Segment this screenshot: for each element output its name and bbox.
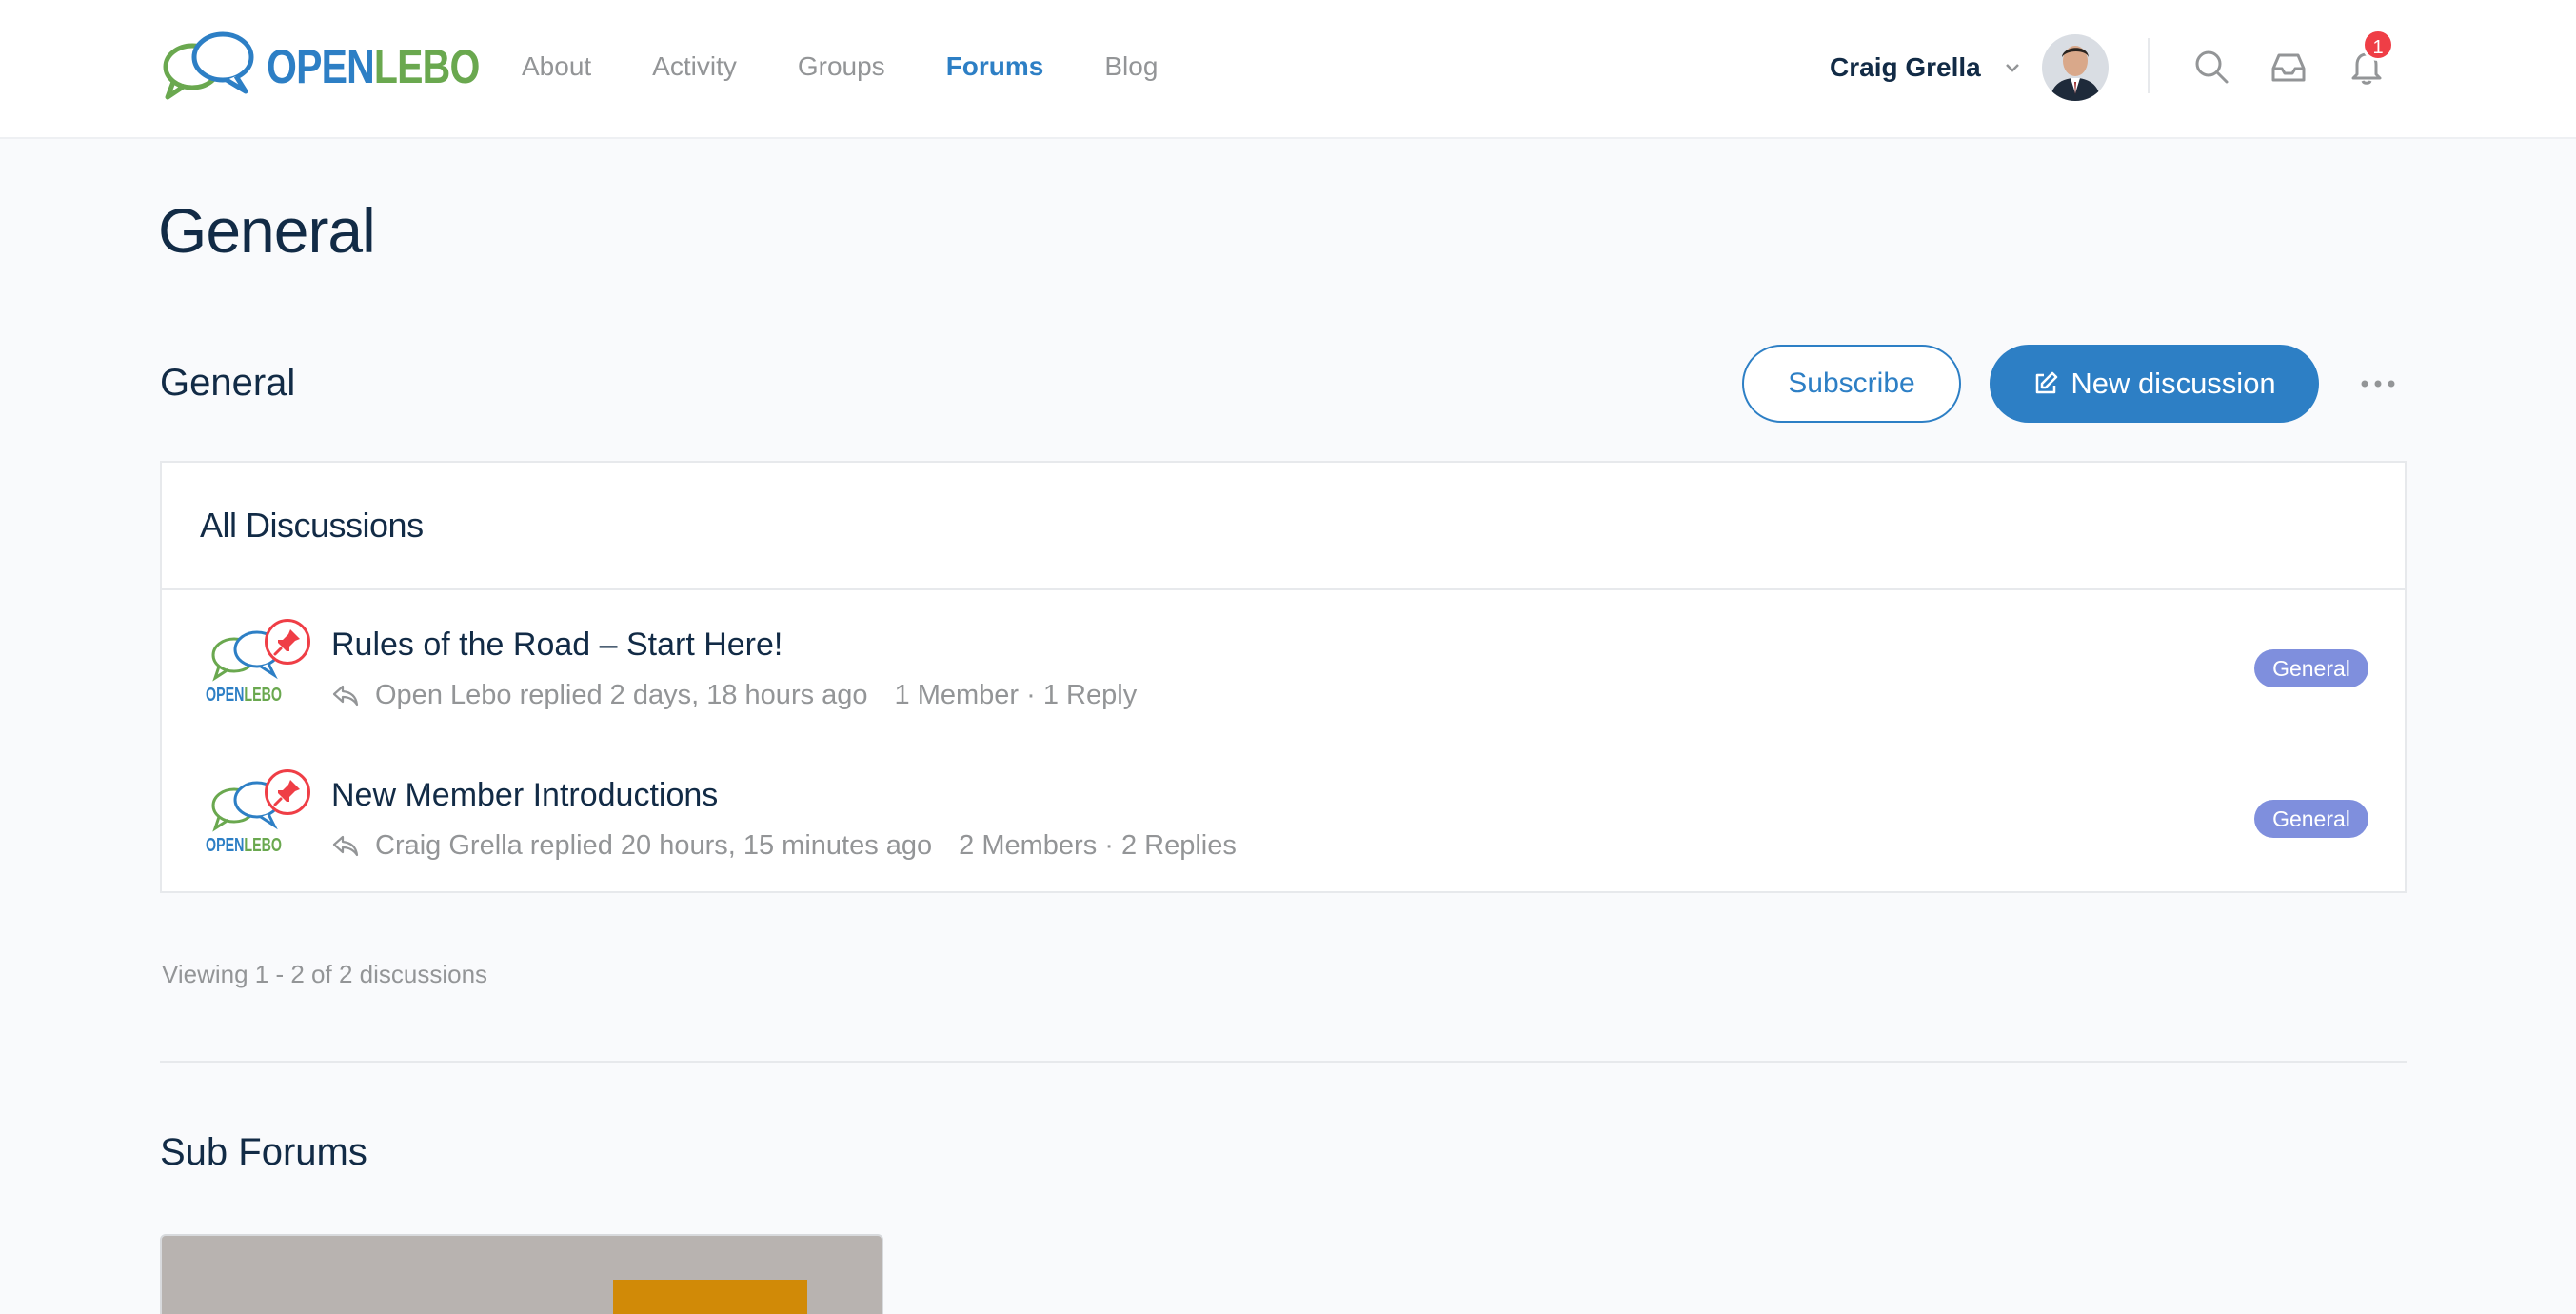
pinned-icon [265, 769, 310, 815]
speech-bubbles-icon [163, 31, 254, 100]
nav-forums[interactable]: Forums [946, 48, 1044, 86]
forum-tag[interactable]: General [2254, 800, 2368, 838]
reply-icon [332, 835, 359, 856]
discussion-counts: 1 Member · 1 Reply [894, 680, 1138, 710]
avatar-logo-open: OPEN [206, 685, 244, 706]
new-discussion-label: New discussion [2071, 367, 2276, 400]
avatar[interactable] [2041, 34, 2109, 101]
top-bar: OPENLEBO About Activity Groups Forums Bl… [0, 0, 2576, 139]
subscribe-button[interactable]: Subscribe [1742, 345, 1961, 423]
main-nav: About Activity Groups Forums Blog [522, 48, 1219, 86]
discussion-title[interactable]: Rules of the Road – Start Here! [331, 627, 783, 664]
page-title: General [158, 195, 376, 266]
nav-activity[interactable]: Activity [652, 48, 737, 86]
logo-text: OPENLEBO [267, 39, 480, 94]
edit-icon [2036, 371, 2058, 394]
pagination-count: Viewing 1 - 2 of 2 discussions [162, 960, 488, 988]
discussion-row[interactable]: OPENLEBO Rules of the Road – Start Here!… [162, 590, 2405, 741]
svg-text:OPENLEBO: OPENLEBO [206, 685, 282, 706]
discussion-meta: Open Lebo replied 2 days, 18 hours ago 1… [331, 680, 1137, 711]
svg-text:OPENLEBO: OPENLEBO [206, 835, 282, 856]
nav-about[interactable]: About [522, 48, 591, 86]
discussion-replied: Craig Grella replied 20 hours, 15 minute… [375, 830, 933, 861]
header-divider [2148, 38, 2150, 93]
discussion-row[interactable]: OPENLEBO New Member Introductions Craig … [162, 741, 2405, 891]
reply-icon [332, 685, 359, 706]
discussion-replied: Open Lebo replied 2 days, 18 hours ago [375, 680, 868, 710]
discussion-meta: Craig Grella replied 20 hours, 15 minute… [331, 830, 1237, 862]
user-name[interactable]: Craig Grella [1830, 52, 1981, 83]
logo-lebo: LEBO [373, 40, 480, 93]
avatar-logo-lebo: LEBO [244, 685, 282, 706]
forum-tag[interactable]: General [2254, 649, 2368, 687]
pinned-icon [265, 619, 310, 665]
avatar-logo-lebo: LEBO [244, 835, 282, 856]
discussion-counts: 2 Members · 2 Replies [959, 830, 1237, 861]
inbox-icon[interactable] [2269, 48, 2308, 86]
discussions-card: All Discussions OPENLEBO Rules of the Ro… [160, 461, 2407, 893]
logo-open: OPEN [267, 40, 375, 93]
notification-badge: 1 [2362, 29, 2394, 61]
nav-blog[interactable]: Blog [1104, 48, 1158, 86]
nav-groups[interactable]: Groups [798, 48, 885, 86]
discussions-heading: All Discussions [162, 463, 2405, 590]
sub-forum-card-image[interactable] [160, 1234, 883, 1314]
new-discussion-button[interactable]: New discussion [1990, 345, 2319, 423]
site-logo[interactable]: OPENLEBO [160, 29, 526, 105]
sub-forum-image-detail [613, 1280, 807, 1314]
chevron-down-icon[interactable] [2002, 57, 2023, 78]
section-divider [160, 1061, 2407, 1063]
discussion-title[interactable]: New Member Introductions [331, 777, 718, 814]
user-menu[interactable]: Craig Grella [1830, 34, 2109, 101]
search-icon[interactable] [2192, 48, 2230, 86]
avatar-logo-open: OPEN [206, 835, 244, 856]
forum-title: General [160, 362, 296, 404]
more-options-icon[interactable] [2359, 371, 2397, 396]
sub-forums-title: Sub Forums [160, 1131, 367, 1173]
